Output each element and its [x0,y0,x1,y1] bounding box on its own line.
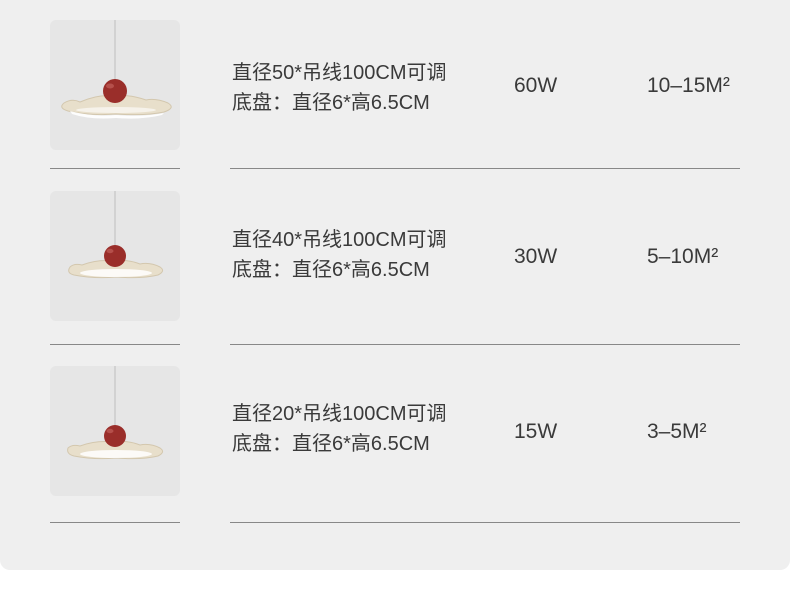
pendant-lamp-image [50,20,180,150]
spec-line-base: 底盘：直径6*高6.5CM [232,92,430,114]
pendant-lamp-image [50,191,180,321]
spec-line-size: 直径40*吊线100CM可调 [232,229,447,251]
spec-line-base: 底盘：直径6*高6.5CM [232,259,430,281]
divider [50,522,180,523]
product-row: 直径50*吊线100CM可调 底盘：直径6*高6.5CM 60W 10–15M² [0,20,790,196]
power-value: 30W [514,245,558,268]
spec-line-size: 直径50*吊线100CM可调 [232,62,447,84]
area-value: 3–5M² [647,420,707,443]
divider [230,344,740,345]
area-value: 5–10M² [647,245,719,268]
spec-line-base: 底盘：直径6*高6.5CM [232,433,430,455]
power-value: 60W [514,74,558,97]
spec-text: 直径20*吊线100CM可调 底盘：直径6*高6.5CM [232,399,512,459]
pendant-lamp-image [50,366,180,496]
spec-line-size: 直径20*吊线100CM可调 [232,403,447,425]
divider [230,168,740,169]
area-value: 10–15M² [647,74,730,97]
divider [50,344,180,345]
spec-panel: 直径50*吊线100CM可调 底盘：直径6*高6.5CM 60W 10–15M²… [0,0,790,570]
power-value: 15W [514,420,558,443]
divider [230,522,740,523]
spec-text: 直径40*吊线100CM可调 底盘：直径6*高6.5CM [232,225,512,285]
divider [50,168,180,169]
product-row: 直径20*吊线100CM可调 底盘：直径6*高6.5CM 15W 3–5M² [0,366,790,542]
spec-text: 直径50*吊线100CM可调 底盘：直径6*高6.5CM [232,58,512,118]
product-row: 直径40*吊线100CM可调 底盘：直径6*高6.5CM 30W 5–10M² [0,191,790,367]
